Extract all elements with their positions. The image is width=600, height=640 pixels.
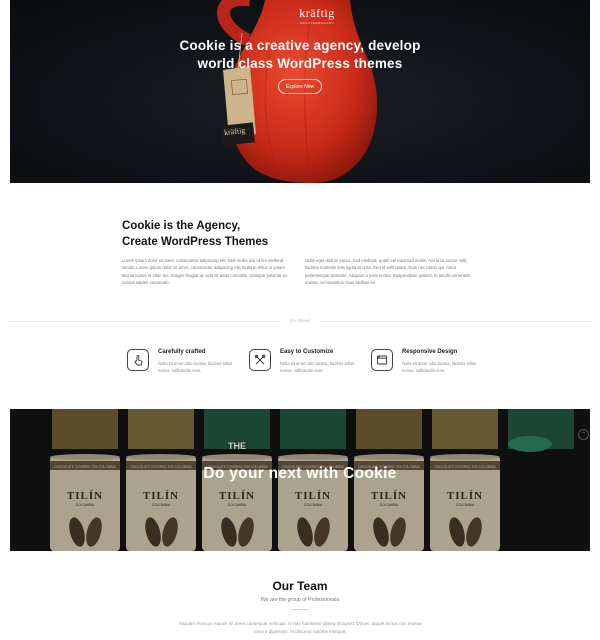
scroll-up-icon[interactable]: ⌃ bbox=[578, 429, 589, 440]
feature-title: Responsive Design bbox=[402, 349, 458, 355]
tools-icon bbox=[249, 349, 271, 371]
tap-icon bbox=[127, 349, 149, 371]
hero-section: kräftig kräftig KRÄUTERBRANNT Cookie is … bbox=[10, 0, 590, 183]
section-divider: Go Ahead bbox=[10, 318, 590, 323]
team-title-underline bbox=[291, 609, 309, 610]
divider-line-left bbox=[10, 321, 278, 322]
banner-title: Do your next with Cookie bbox=[203, 465, 397, 482]
about-heading-line-1: Cookie is the Agency, bbox=[122, 220, 241, 232]
hero-brand-logo: kräftig KRÄUTERBRANNT bbox=[297, 6, 337, 25]
divider-label: Go Ahead bbox=[289, 318, 311, 323]
feature-title: Easy to Customize bbox=[280, 349, 334, 355]
about-heading: Cookie is the Agency, Create WordPress T… bbox=[122, 219, 268, 250]
brand-name: kräftig bbox=[299, 6, 335, 20]
hero-title-line-1: Cookie is a creative agency, develop bbox=[179, 38, 421, 53]
feature-text: Nulla sit amet odio lacinia, facilisis t… bbox=[402, 361, 477, 373]
team-description: Aliquam rhoncus mauris sit amet consequa… bbox=[178, 621, 422, 634]
team-title: Our Team bbox=[272, 579, 328, 593]
brand-subline: KRÄUTERBRANNT bbox=[299, 21, 335, 25]
feature-title: Carefully crafted bbox=[158, 349, 206, 355]
about-heading-line-2: Create WordPress Themes bbox=[122, 235, 269, 248]
feature-carefully-crafted: Carefully crafted Nulla sit amet odio la… bbox=[127, 348, 252, 378]
feature-text: Nulla sit amet odio lacinia, facilisis t… bbox=[158, 361, 233, 373]
hero-title: Cookie is a creative agency, develop wor… bbox=[10, 37, 590, 73]
feature-text: Nulla sit amet odio lacinia, facilisis t… bbox=[280, 361, 355, 373]
feature-easy-to-customize: Easy to Customize Nulla sit amet odio la… bbox=[249, 348, 374, 378]
browser-icon bbox=[371, 349, 393, 371]
about-text-left: Lorem ipsum dolor sit amet, consectetur … bbox=[122, 258, 288, 286]
hero-title-line-2: world class WordPress themes bbox=[197, 56, 403, 71]
explore-now-button[interactable]: Explore Now bbox=[278, 79, 322, 94]
divider-line-right bbox=[322, 321, 590, 322]
feature-responsive-design: Responsive Design Nulla sit amet odio la… bbox=[371, 348, 496, 378]
team-subtitle: We are the group of Professionals bbox=[260, 597, 340, 603]
about-text-right: Nulla eget dictum purus. Sed eleifend, q… bbox=[305, 258, 471, 286]
